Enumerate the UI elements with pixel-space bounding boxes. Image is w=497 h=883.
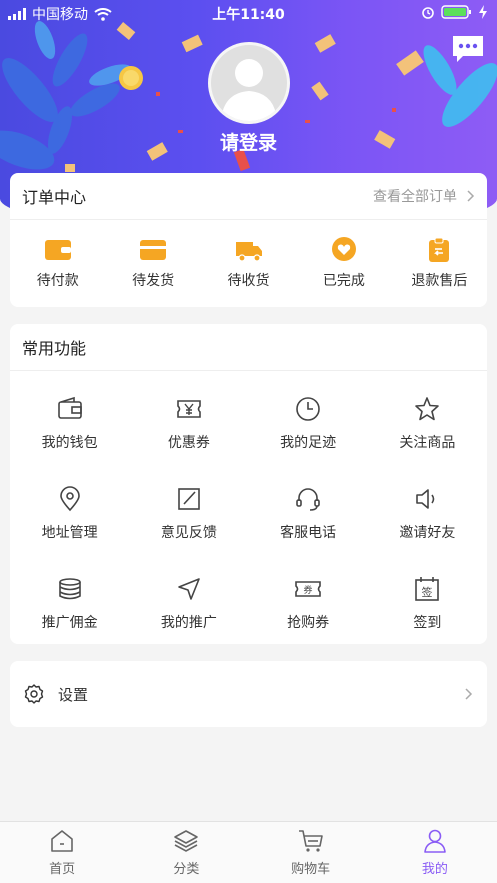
func-invite-friends[interactable]: 邀请好友 bbox=[368, 469, 487, 559]
view-all-orders-link[interactable]: 查看全部订单 bbox=[373, 186, 475, 206]
coins-stack-icon bbox=[58, 578, 81, 600]
bottom-tab-bar: 首页 分类 购物车 我的 bbox=[0, 821, 497, 883]
order-item-label: 已完成 bbox=[322, 273, 365, 289]
tab-label: 我的 bbox=[421, 862, 448, 877]
func-label: 我的足迹 bbox=[280, 435, 337, 451]
func-followed-products[interactable]: 关注商品 bbox=[368, 379, 487, 469]
func-label: 客服电话 bbox=[280, 525, 337, 541]
wallet-outline-icon bbox=[57, 396, 82, 419]
login-link[interactable]: 请登录 bbox=[0, 128, 497, 155]
tab-home[interactable]: 首页 bbox=[0, 822, 124, 883]
star-icon bbox=[415, 397, 440, 421]
order-completed[interactable]: 已完成 bbox=[296, 236, 391, 290]
func-address[interactable]: 地址管理 bbox=[10, 469, 129, 559]
func-customer-service[interactable]: 客服电话 bbox=[249, 469, 368, 559]
tab-category[interactable]: 分类 bbox=[124, 822, 248, 883]
order-center-title: 订单中心 bbox=[22, 188, 87, 207]
func-my-wallet[interactable]: 我的钱包 bbox=[10, 379, 129, 469]
func-label: 地址管理 bbox=[41, 525, 98, 541]
alarm-icon bbox=[422, 7, 434, 19]
order-item-label: 退款售后 bbox=[411, 273, 468, 289]
coupon-yen-icon bbox=[177, 400, 201, 418]
sign-glyph: 签 bbox=[422, 585, 433, 599]
tab-mine[interactable]: 我的 bbox=[373, 822, 497, 883]
func-label: 优惠券 bbox=[167, 435, 210, 451]
box-icon bbox=[140, 240, 167, 260]
chevron-right-icon bbox=[465, 688, 473, 700]
status-bar: 中国移动 上午11:40 bbox=[0, 0, 497, 26]
func-label: 抢购券 bbox=[287, 615, 330, 631]
settings-label: 设置 bbox=[58, 685, 89, 704]
order-pending-shipment[interactable]: 待发货 bbox=[105, 236, 200, 290]
refund-clipboard-icon bbox=[429, 237, 450, 262]
func-label: 我的推广 bbox=[160, 615, 217, 631]
navigation-arrow-icon bbox=[178, 578, 200, 600]
settings-card[interactable]: 设置 bbox=[10, 661, 487, 727]
func-commission[interactable]: 推广佣金 bbox=[10, 559, 129, 649]
calendar-sign-icon: 签 bbox=[415, 577, 440, 601]
common-functions-title: 常用功能 bbox=[22, 339, 87, 358]
ticket-icon: 券 bbox=[295, 581, 321, 597]
order-item-label: 待发货 bbox=[132, 273, 175, 289]
tab-cart[interactable]: 购物车 bbox=[249, 822, 373, 883]
edit-icon bbox=[178, 488, 200, 510]
func-label: 推广佣金 bbox=[41, 615, 98, 631]
ticket-glyph: 券 bbox=[304, 584, 313, 596]
speaker-icon bbox=[416, 489, 435, 509]
layers-icon bbox=[174, 830, 199, 852]
func-footprints[interactable]: 我的足迹 bbox=[249, 379, 368, 469]
order-item-label: 待付款 bbox=[36, 273, 79, 289]
func-label: 邀请好友 bbox=[399, 525, 456, 541]
func-label: 签到 bbox=[413, 615, 442, 631]
battery-icon bbox=[441, 5, 471, 19]
user-icon bbox=[424, 829, 446, 853]
gear-icon bbox=[24, 684, 44, 704]
func-flash-coupon[interactable]: 券 抢购券 bbox=[249, 559, 368, 649]
order-pending-receipt[interactable]: 待收货 bbox=[201, 236, 296, 290]
cart-icon bbox=[298, 830, 323, 852]
func-feedback[interactable]: 意见反馈 bbox=[129, 469, 248, 559]
wallet-icon bbox=[44, 240, 71, 260]
default-avatar-icon bbox=[221, 59, 277, 121]
avatar[interactable] bbox=[208, 42, 290, 124]
headset-icon bbox=[296, 488, 320, 511]
common-functions-card: 常用功能 我的钱包 优惠券 我的足迹 关注商品 地址管理 意见反馈 客服电话 邀… bbox=[10, 324, 487, 644]
tab-label: 分类 bbox=[173, 862, 200, 877]
location-pin-icon bbox=[59, 486, 80, 512]
tab-label: 首页 bbox=[49, 862, 76, 877]
heart-badge-icon bbox=[331, 237, 356, 261]
order-refund[interactable]: 退款售后 bbox=[392, 236, 487, 290]
tab-label: 购物车 bbox=[291, 862, 331, 877]
chevron-right-icon bbox=[467, 190, 475, 202]
func-coupons[interactable]: 优惠券 bbox=[129, 379, 248, 469]
func-label: 意见反馈 bbox=[160, 525, 217, 541]
truck-icon bbox=[235, 242, 262, 262]
order-pending-payment[interactable]: 待付款 bbox=[10, 236, 105, 290]
clock-icon bbox=[296, 397, 320, 421]
func-label: 我的钱包 bbox=[41, 435, 98, 451]
chat-bubble-icon[interactable] bbox=[451, 34, 485, 64]
func-sign-in[interactable]: 签 签到 bbox=[368, 559, 487, 649]
charging-icon bbox=[479, 5, 487, 19]
func-label: 关注商品 bbox=[399, 435, 456, 451]
func-my-promotion[interactable]: 我的推广 bbox=[129, 559, 248, 649]
order-item-label: 待收货 bbox=[227, 273, 270, 289]
view-all-orders-label: 查看全部订单 bbox=[373, 189, 457, 205]
home-icon bbox=[51, 830, 73, 852]
order-center-card: 订单中心 查看全部订单 待付款 待发货 待收货 已完成 退款售后 bbox=[10, 173, 487, 307]
